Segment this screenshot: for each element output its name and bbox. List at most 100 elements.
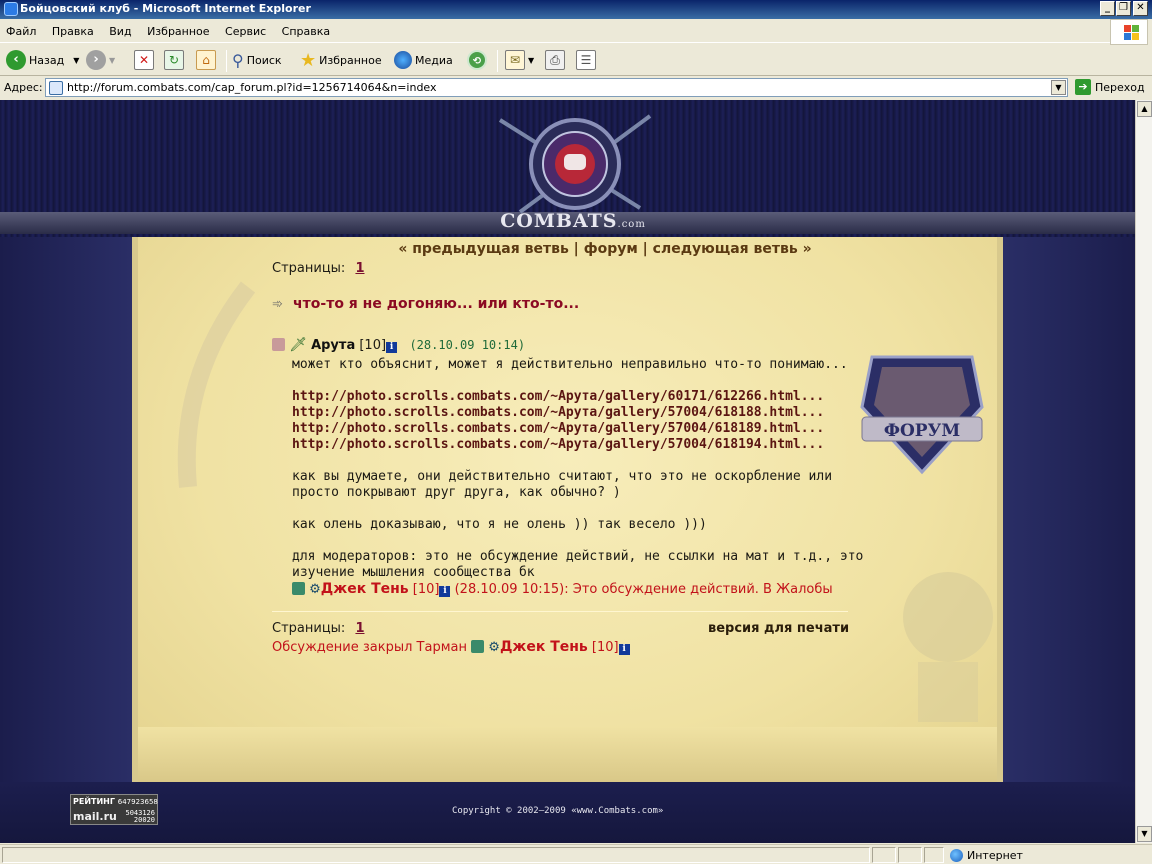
menu-help[interactable]: Справка [276,21,336,38]
counter-total: 647923658 [117,798,158,806]
media-button[interactable]: Медиа [394,48,453,72]
pages-label: Страницы: [272,621,346,636]
scroll-down-icon[interactable]: ▼ [1137,826,1152,842]
counter-brand: mail.ru [73,810,117,823]
media-label: Медиа [415,53,453,67]
print-button[interactable]: ⎙ [545,48,565,72]
mail-icon: ✉ [505,50,525,70]
home-icon: ⌂ [196,50,216,70]
post-line: может кто объяснит, может я действительн… [292,357,848,372]
prev-thread-link[interactable]: « предыдущая ветвь [398,241,568,257]
status-text-cell [2,847,870,863]
logo-text: COMBATS [500,210,618,232]
stop-icon: ✕ [134,50,154,70]
close-button[interactable]: ✕ [1133,1,1148,16]
pagination: Страницы: 1 [272,261,365,276]
forward-dropdown-icon[interactable]: ▼ [109,56,115,65]
counter-label-text: РЕЙТИНГ [73,797,115,806]
post-line [292,533,852,549]
edit-page-icon: ☰ [576,50,596,70]
info-icon[interactable]: i [618,644,630,655]
reply-author[interactable]: Джек Тень [321,581,409,597]
menu-file[interactable]: Файл [0,21,42,38]
post-date: (28.10.09 10:14) [409,338,526,352]
title-bar: Бойцовский клуб - Microsoft Internet Exp… [0,0,1152,19]
forward-arrow-icon: › [86,50,106,70]
history-button[interactable]: ⟲ [467,48,487,72]
scroll-up-icon[interactable]: ▲ [1137,101,1152,117]
post-header: 🗡 Арута [10] i (28.10.09 10:14) [272,337,525,353]
forward-button[interactable]: › ▼ [86,48,115,72]
minimize-button[interactable]: _ [1100,1,1115,16]
info-icon[interactable]: i [439,586,451,597]
back-dropdown-icon[interactable]: ▼ [73,56,79,65]
page-1-link[interactable]: 1 [355,621,364,636]
mailru-counter[interactable]: РЕЙТИНГ 647923658 mail.ru 5043126 20020 [70,794,158,825]
menu-favorites[interactable]: Избранное [141,21,215,38]
search-icon: ⚲ [232,50,244,70]
closed-notice: Обсуждение закрыл Тарман ⚙Джек Тень [10]… [272,639,630,655]
post-author[interactable]: Арута [311,338,355,353]
security-zone: Интернет [946,847,1136,863]
zone-label: Интернет [967,848,1023,862]
status-cell [924,847,944,863]
site-logo: COMBATS.com [488,210,658,234]
stop-button[interactable]: ✕ [134,48,154,72]
refresh-icon: ↻ [164,50,184,70]
gallery-link[interactable]: http://photo.scrolls.combats.com/~Арута/… [292,421,852,437]
toolbar: ‹ Назад ▼ › ▼ ✕ ↻ ⌂ ⚲ Поиск ★ Избранное … [0,44,1152,76]
page-viewport: COMBATS.com ФОРУМ « предыдущая ветвь | ф… [0,100,1135,843]
window-title: Бойцовский клуб - Microsoft Internet Exp… [20,2,311,15]
globe-watermark-icon [903,572,993,722]
menu-tools[interactable]: Сервис [219,21,272,38]
back-button[interactable]: ‹ Назад ▼ [6,48,79,72]
info-icon[interactable]: i [386,342,398,353]
home-button[interactable]: ⌂ [196,48,216,72]
forum-link[interactable]: форум [584,241,638,257]
post-line [292,501,852,517]
align-icon [272,338,285,351]
refresh-button[interactable]: ↻ [164,48,184,72]
closed-author[interactable]: Джек Тень [500,639,588,655]
moderator-align-icon [471,640,485,653]
arrow-right-icon: ➾ [272,297,283,312]
closed-author-level: [10] [591,640,619,655]
history-icon: ⟲ [467,50,487,70]
back-arrow-icon: ‹ [6,50,26,70]
mail-button[interactable]: ✉ ▼ [505,48,534,72]
ie-icon [4,2,18,16]
gallery-link[interactable]: http://photo.scrolls.combats.com/~Арута/… [292,437,852,453]
logo-suffix: .com [617,219,646,230]
left-background [0,237,132,782]
vertical-scrollbar[interactable]: ▲ ▼ [1135,100,1152,843]
back-label: Назад [29,53,65,67]
mail-dropdown-icon[interactable]: ▼ [528,56,534,65]
reply-text: (28.10.09 10:15): Это обсуждение действи… [454,582,833,597]
edit-button[interactable]: ☰ [576,48,596,72]
maximize-button[interactable]: ❐ [1116,1,1131,16]
divider [272,611,848,612]
page-1-link[interactable]: 1 [355,261,364,276]
menu-edit[interactable]: Правка [46,21,100,38]
menu-view[interactable]: Вид [103,21,137,38]
print-version-link[interactable]: версия для печати [708,621,849,636]
address-url[interactable]: http://forum.combats.com/cap_forum.pl?id… [67,81,437,94]
address-dropdown-icon[interactable]: ▼ [1051,80,1066,95]
moderator-reply: ⚙Джек Тень [10] i (28.10.09 10:15): Это о… [292,581,833,597]
next-thread-link[interactable]: следующая ветвь » [653,241,812,257]
menu-bar: Файл Правка Вид Избранное Сервис Справка [0,21,1110,43]
address-input[interactable]: http://forum.combats.com/cap_forum.pl?id… [45,78,1068,97]
gallery-link[interactable]: http://photo.scrolls.combats.com/~Арута/… [292,389,852,405]
favorites-button[interactable]: ★ Избранное [300,48,382,72]
post-line: как вы думаете, они действительно считаю… [292,469,833,484]
status-cell [898,847,922,863]
gallery-link[interactable]: http://photo.scrolls.combats.com/~Арута/… [292,405,852,421]
post-line: изучение мышления сообщества бк [292,565,535,580]
feather-watermark-icon [177,281,256,488]
go-button[interactable]: ➔ Переход [1075,79,1145,95]
pages-label: Страницы: [272,261,346,276]
clan-icon: 🗡 [289,337,307,353]
counter-day: 20020 [133,816,155,824]
search-button[interactable]: ⚲ Поиск [232,48,282,72]
go-label: Переход [1095,80,1145,94]
